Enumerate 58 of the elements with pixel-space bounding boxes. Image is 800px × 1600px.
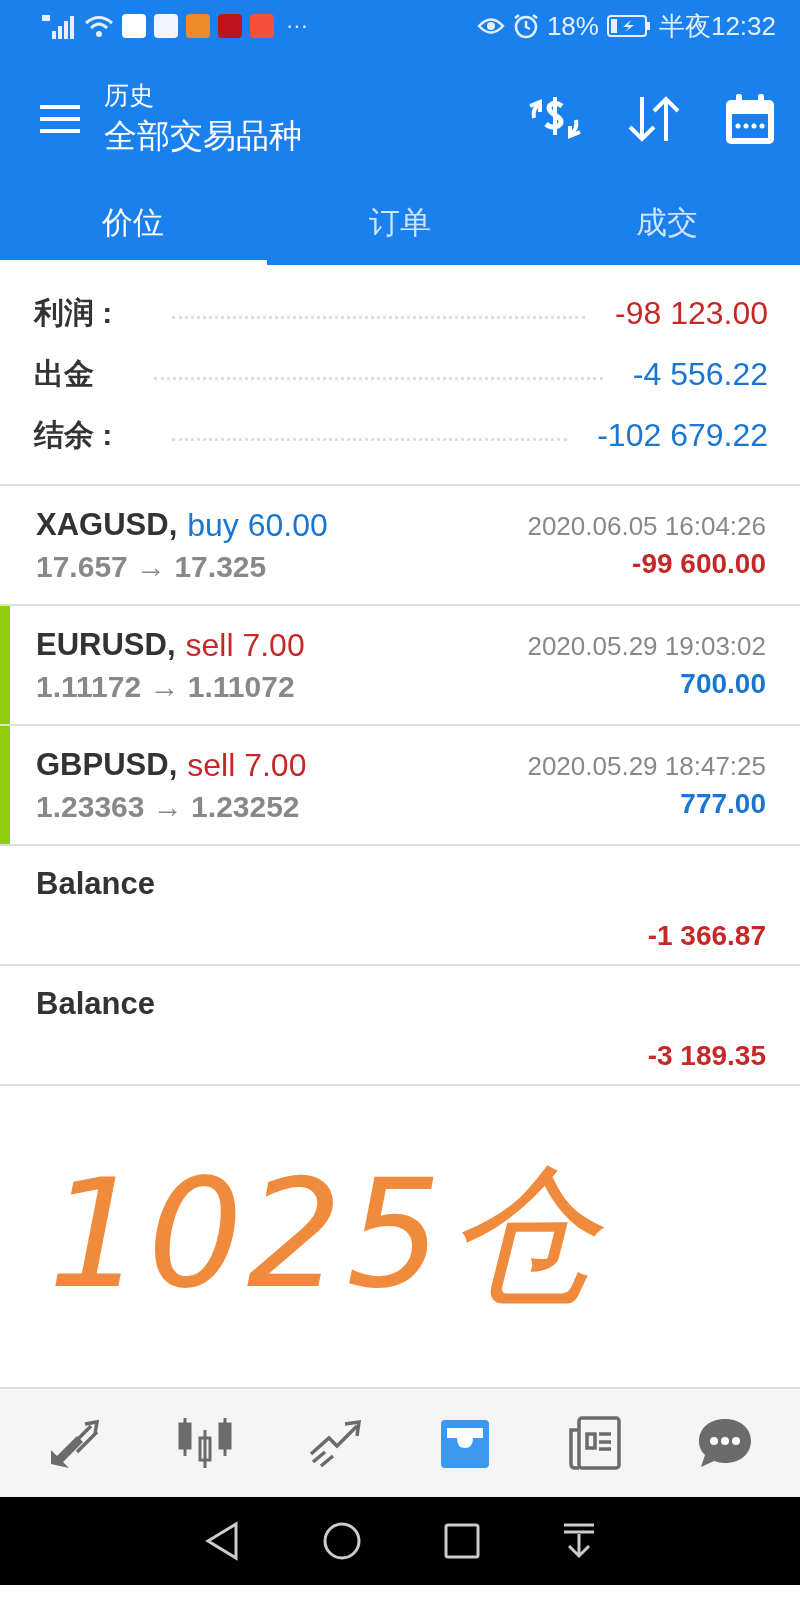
app-notification-icon	[186, 14, 210, 38]
battery-percent: 18%	[546, 10, 599, 42]
summary-value: -102 679.22	[597, 417, 768, 454]
eye-icon	[476, 15, 505, 37]
newspaper-icon	[567, 1416, 623, 1470]
deal-symbol: GBPUSD,	[36, 746, 178, 784]
deal-prices: 1.11172 → 1.11072	[36, 669, 296, 704]
symbol-filter[interactable]: 全部交易品种	[104, 113, 526, 159]
summary-label: 利润 :	[34, 295, 113, 331]
candlestick-icon	[177, 1416, 233, 1470]
deal-type: Balance	[36, 866, 155, 902]
deal-time: 2020.05.29 18:47:25	[527, 750, 766, 782]
tab[interactable]: 订单	[266, 185, 534, 265]
app-notification-icon	[218, 14, 242, 38]
chat-bubble-icon	[697, 1417, 753, 1469]
app-notification-icon	[250, 14, 274, 38]
nav-tab[interactable]	[177, 1416, 233, 1470]
back-icon[interactable]	[204, 1521, 240, 1561]
deal-prices: 1.23363 → 1.23252	[36, 789, 301, 824]
screen-title: 历史	[104, 79, 155, 111]
tab[interactable]: 成交	[533, 185, 800, 265]
nav-tab[interactable]	[307, 1418, 363, 1468]
deal-side: buy 60.00	[187, 506, 328, 544]
deal-time: 2020.05.29 19:03:02	[527, 630, 766, 662]
deal-profit: 700.00	[680, 667, 766, 700]
home-icon[interactable]	[322, 1521, 362, 1561]
nav-tab[interactable]	[697, 1417, 753, 1469]
deal-profit: -99 600.00	[632, 547, 766, 580]
summary-label: 出金	[34, 356, 94, 392]
summary-label: 结余 :	[34, 417, 113, 453]
app-notification-icon	[154, 14, 178, 38]
clock: 半夜12:32	[658, 9, 776, 43]
trend-arrow-icon	[307, 1418, 363, 1468]
app-notification-icon	[122, 14, 146, 38]
notification-pull-icon[interactable]	[562, 1522, 596, 1560]
deal-time: 2020.06.05 16:04:26	[527, 510, 766, 542]
deal-symbol: XAGUSD,	[36, 506, 178, 544]
recent-apps-icon[interactable]	[444, 1523, 480, 1559]
tab[interactable]: 价位	[0, 185, 267, 265]
more-notifications: ···	[286, 13, 308, 39]
balance-amount: -1 366.87	[647, 920, 766, 952]
sort-icon[interactable]	[626, 94, 682, 143]
alarm-icon	[512, 13, 539, 39]
balance-amount: -3 189.35	[647, 1040, 766, 1072]
summary-value: -98 123.00	[615, 295, 768, 332]
deal-side: sell 7.00	[185, 626, 305, 664]
deal-symbol: EURUSD,	[36, 626, 176, 664]
cell-signal-icon	[42, 13, 76, 39]
nav-tab[interactable]	[567, 1416, 623, 1470]
deal-type: Balance	[36, 986, 155, 1022]
battery-icon	[606, 15, 651, 37]
deal-side: sell 7.00	[187, 746, 307, 784]
calendar-icon[interactable]	[724, 91, 776, 146]
deal-prices: 17.657 → 17.325	[36, 549, 268, 584]
summary-value: -4 556.22	[632, 356, 768, 393]
deal-profit: 777.00	[680, 787, 766, 820]
wifi-icon	[84, 14, 114, 38]
menu-icon[interactable]	[40, 104, 80, 133]
